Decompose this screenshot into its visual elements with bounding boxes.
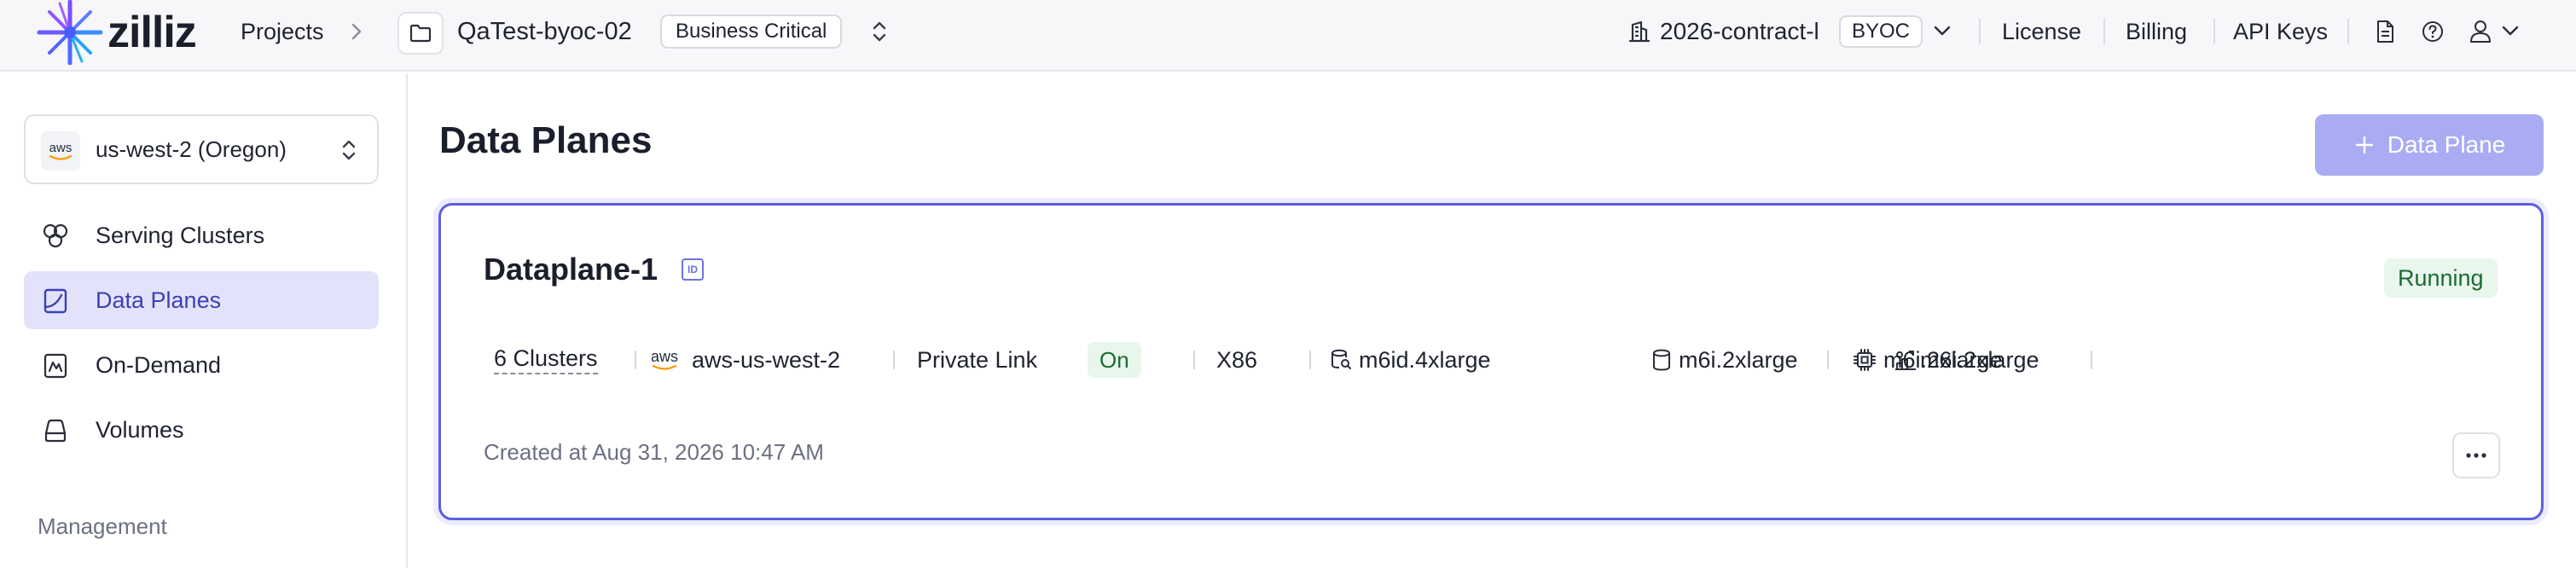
sidebar-item-label: Volumes bbox=[96, 416, 184, 443]
chevron-down-icon[interactable] bbox=[1931, 21, 1953, 40]
sidebar-item-on-demand[interactable]: On-Demand bbox=[24, 336, 379, 394]
private-link-status-badge: On bbox=[1088, 342, 1141, 378]
sidebar-item-label: On-Demand bbox=[96, 351, 222, 378]
chevron-down-icon[interactable] bbox=[2499, 21, 2521, 40]
top-bar: zilliz Projects QaTest-byoc-02 Business … bbox=[0, 0, 2576, 72]
byoc-badge: BYOC bbox=[1839, 15, 1923, 48]
divider bbox=[1309, 351, 1311, 369]
help-icon[interactable] bbox=[2421, 20, 2445, 43]
zilliz-logo[interactable]: zilliz bbox=[34, 0, 197, 65]
clusters-count-link[interactable]: 6 Clusters bbox=[494, 340, 598, 380]
cloud-region: aws aws-us-west-2 bbox=[651, 346, 841, 373]
status-badge: Running bbox=[2384, 258, 2498, 298]
sidebar-item-volumes[interactable]: Volumes bbox=[24, 401, 379, 459]
copy-id-icon[interactable]: ID bbox=[682, 258, 704, 281]
breadcrumb-projects[interactable]: Projects bbox=[241, 0, 324, 63]
section-label-management: Management bbox=[38, 513, 167, 539]
sidebar-item-label: Data Planes bbox=[96, 287, 222, 313]
document-icon[interactable] bbox=[2375, 20, 2395, 43]
divider bbox=[893, 351, 895, 369]
private-link-label: Private Link bbox=[917, 346, 1038, 373]
user-icon[interactable] bbox=[2469, 19, 2492, 44]
divider bbox=[2213, 19, 2215, 44]
more-actions-button[interactable] bbox=[2452, 432, 2500, 478]
divider bbox=[2347, 19, 2349, 44]
clusters-icon bbox=[41, 222, 70, 251]
data-plane-icon bbox=[41, 287, 70, 316]
on-demand-icon bbox=[41, 351, 70, 380]
organization-name[interactable]: 2026-contract-l bbox=[1660, 0, 1819, 63]
sidebar-item-serving-clusters[interactable]: Serving Clusters bbox=[24, 206, 379, 264]
divider bbox=[1193, 351, 1195, 369]
search-node-icon bbox=[1330, 348, 1352, 372]
storage-node-instance: m6i.2xlarge bbox=[1651, 340, 1798, 380]
api-keys-link[interactable]: API Keys bbox=[2233, 0, 2328, 63]
storage-node-icon bbox=[1651, 348, 1672, 372]
divider bbox=[1827, 351, 1829, 369]
page-title: Data Planes bbox=[439, 119, 653, 161]
cpu-icon bbox=[1853, 348, 1877, 372]
sidebar-item-label: Serving Clusters bbox=[96, 222, 265, 248]
up-down-chevron-icon bbox=[338, 136, 360, 164]
plus-icon bbox=[2353, 134, 2376, 156]
chevron-right-icon bbox=[348, 20, 365, 43]
aws-logo-icon: aws bbox=[651, 349, 678, 371]
add-data-plane-button[interactable]: Data Plane bbox=[2315, 114, 2544, 176]
divider bbox=[635, 351, 636, 369]
project-tier-badge: Business Critical bbox=[660, 14, 843, 49]
created-timestamp: Created at Aug 31, 2026 10:47 AM bbox=[484, 439, 824, 465]
data-plane-name: Dataplane-1 bbox=[484, 252, 659, 287]
project-name[interactable]: QaTest-byoc-02 bbox=[457, 0, 632, 63]
divider bbox=[2091, 351, 2092, 369]
sidebar: aws us-west-2 (Oregon) Serving Clusters … bbox=[0, 73, 408, 568]
ellipsis-icon bbox=[2466, 453, 2486, 458]
data-plane-card[interactable]: Dataplane-1 ID Running 6 Clusters aws aw… bbox=[438, 203, 2544, 520]
organization-icon bbox=[1627, 20, 1651, 43]
architecture: X86 bbox=[1216, 346, 1258, 373]
divider bbox=[1979, 19, 1981, 44]
sidebar-item-data-planes[interactable]: Data Planes bbox=[24, 271, 379, 329]
search-node-instance: m6id.4xlarge bbox=[1330, 340, 1491, 380]
folder-icon[interactable] bbox=[397, 12, 444, 55]
cpu-instance: m6i.2xlarge bbox=[1853, 340, 2003, 380]
volume-icon bbox=[41, 416, 70, 445]
add-data-plane-label: Data Plane bbox=[2387, 131, 2506, 158]
brand-name: zilliz bbox=[107, 8, 197, 57]
region-select[interactable]: aws us-west-2 (Oregon) bbox=[24, 114, 379, 184]
license-link[interactable]: License bbox=[2002, 0, 2081, 63]
region-label: us-west-2 (Oregon) bbox=[96, 136, 287, 162]
aws-logo-icon: aws bbox=[41, 131, 80, 171]
divider bbox=[2103, 19, 2105, 44]
billing-link[interactable]: Billing bbox=[2126, 0, 2187, 63]
project-switch-icon[interactable] bbox=[868, 18, 891, 45]
zilliz-star-icon bbox=[37, 0, 103, 65]
